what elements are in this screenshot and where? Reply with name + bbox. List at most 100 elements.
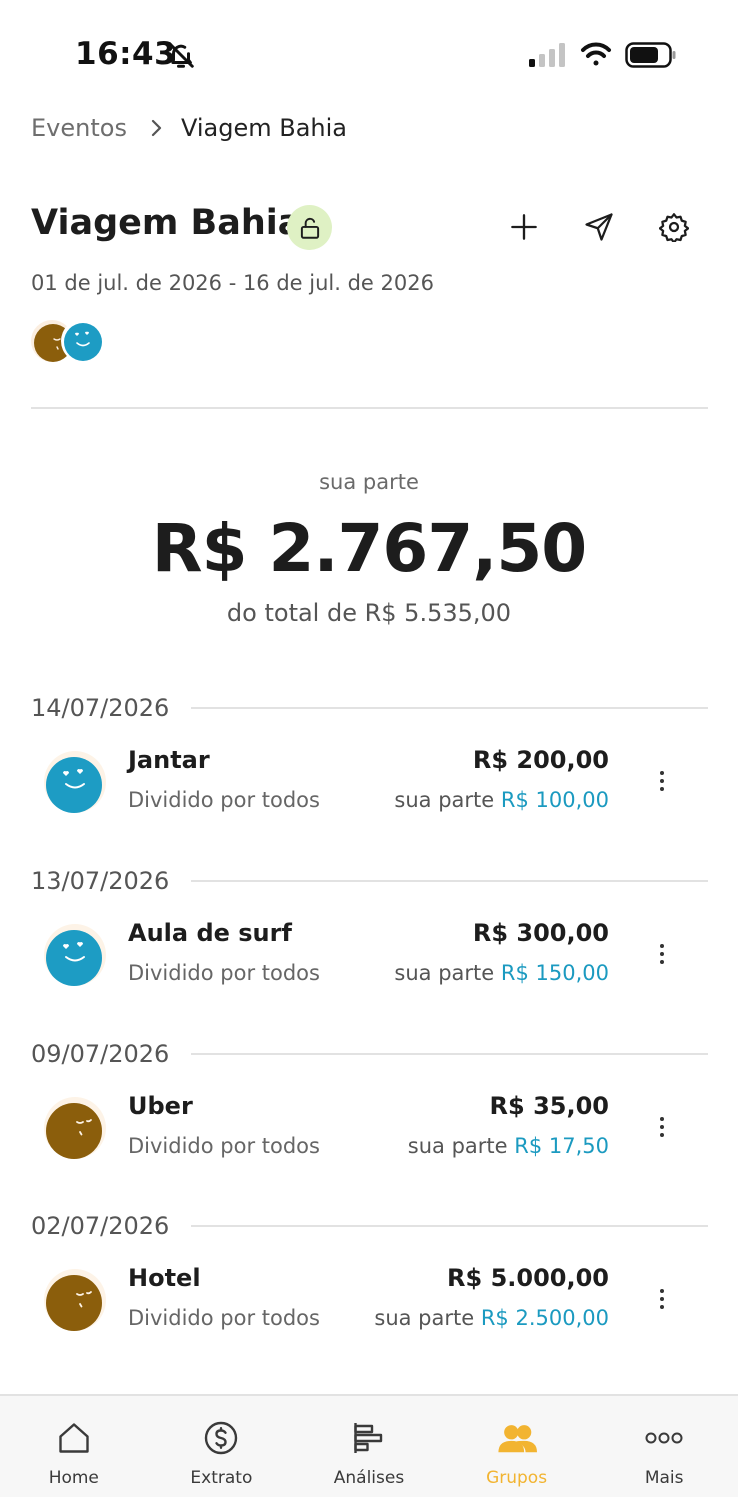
breadcrumb: Eventos Viagem Bahia — [31, 112, 347, 144]
expense-name: Hotel — [128, 1264, 201, 1292]
nav-label: Grupos — [486, 1468, 548, 1488]
lock-open-icon — [300, 217, 319, 239]
nav-item-grupos[interactable]: Grupos — [443, 1396, 591, 1497]
expense-name: Jantar — [128, 746, 210, 774]
share-value: R$ 2.500,00 — [480, 1306, 609, 1330]
status-time: 16:43 — [75, 36, 177, 72]
participants-avatars[interactable] — [30, 319, 110, 365]
brown-face-avatar-icon — [44, 1097, 106, 1159]
date-label: 14/07/2026 — [31, 694, 170, 722]
expense-menu-button[interactable] — [646, 762, 678, 800]
expense-row-jantar[interactable]: Jantar Dividido por todos R$ 200,00 sua … — [31, 746, 708, 836]
nav-item-analises[interactable]: Análises — [295, 1396, 443, 1497]
share-summary: sua parte R$ 2.767,50 do total de R$ 5.5… — [0, 470, 738, 627]
nav-label: Extrato — [190, 1468, 253, 1488]
divider — [191, 1225, 708, 1227]
share-prefix: sua parte — [394, 961, 495, 985]
divider — [31, 407, 708, 409]
bottom-nav: Home Extrato Análises Grupos Mais — [0, 1394, 738, 1497]
gear-icon — [659, 213, 689, 242]
expense-menu-button[interactable] — [646, 1108, 678, 1146]
avatar — [44, 1269, 106, 1331]
total-label: do total de R$ 5.535,00 — [226, 599, 512, 627]
share-value: R$ 17,50 — [514, 1134, 609, 1158]
group-icon — [497, 1418, 537, 1458]
chevron-right-icon — [151, 119, 162, 137]
page-title: Viagem Bahia — [31, 203, 302, 243]
expense-share: sua parte R$ 100,00 — [394, 788, 609, 812]
share-label: sua parte — [319, 470, 419, 494]
expense-row-aula-de-surf[interactable]: Aula de surf Dividido por todos R$ 300,0… — [31, 919, 708, 1009]
expense-share: sua parte R$ 17,50 — [408, 1134, 609, 1158]
expense-row-uber[interactable]: Uber Dividido por todos R$ 35,00 sua par… — [31, 1092, 708, 1182]
expense-amount: R$ 35,00 — [489, 1092, 609, 1120]
breadcrumb-current: Viagem Bahia — [180, 114, 347, 142]
expense-split: Dividido por todos — [128, 961, 320, 985]
expense-menu-button[interactable] — [646, 1280, 678, 1318]
expense-share: sua parte R$ 2.500,00 — [374, 1306, 609, 1330]
nav-label: Mais — [644, 1468, 684, 1488]
more-horizontal-icon — [644, 1418, 684, 1458]
battery-icon — [625, 42, 676, 68]
status-bar: 16:43 — [0, 0, 738, 110]
divider — [191, 1053, 708, 1055]
expense-name: Aula de surf — [128, 919, 292, 947]
share-prefix: sua parte — [374, 1306, 475, 1330]
share-prefix: sua parte — [407, 1134, 508, 1158]
avatar — [44, 1097, 106, 1159]
nav-item-home[interactable]: Home — [0, 1396, 148, 1497]
expense-amount: R$ 200,00 — [472, 746, 609, 774]
nav-label: Home — [48, 1468, 99, 1488]
expense-amount: R$ 5.000,00 — [447, 1264, 609, 1292]
expense-split: Dividido por todos — [128, 1134, 320, 1158]
expense-split: Dividido por todos — [128, 788, 320, 812]
nav-label: Análises — [333, 1468, 405, 1488]
signal-icon — [529, 43, 565, 67]
brown-face-avatar-icon — [44, 1269, 106, 1331]
plus-icon — [511, 214, 537, 240]
bell-off-icon — [168, 42, 194, 68]
expense-amount: R$ 300,00 — [472, 919, 609, 947]
date-label: 09/07/2026 — [31, 1040, 170, 1068]
more-vertical-icon — [660, 771, 664, 791]
more-vertical-icon — [660, 1117, 664, 1137]
date-header: 09/07/2026 — [31, 1039, 708, 1069]
add-expense-button[interactable] — [505, 208, 543, 246]
home-icon — [54, 1418, 94, 1458]
date-header: 14/07/2026 — [31, 693, 708, 723]
nav-item-extrato[interactable]: Extrato — [148, 1396, 296, 1497]
expense-row-hotel[interactable]: Hotel Dividido por todos R$ 5.000,00 sua… — [31, 1264, 708, 1354]
share-prefix: sua parte — [394, 788, 495, 812]
avatar — [44, 924, 106, 986]
more-vertical-icon — [660, 944, 664, 964]
blue-face-avatar-icon — [61, 319, 105, 363]
expense-name: Uber — [128, 1092, 193, 1120]
date-label: 13/07/2026 — [31, 867, 170, 895]
avatar — [61, 319, 105, 363]
breadcrumb-eventos-link[interactable]: Eventos — [31, 114, 127, 142]
nav-item-mais[interactable]: Mais — [590, 1396, 738, 1497]
more-vertical-icon — [660, 1289, 664, 1309]
share-amount: R$ 2.767,50 — [151, 510, 587, 587]
date-header: 02/07/2026 — [31, 1211, 708, 1241]
expense-split: Dividido por todos — [128, 1306, 320, 1330]
wifi-icon — [581, 42, 611, 66]
bar-chart-icon — [349, 1418, 389, 1458]
share-event-button[interactable] — [580, 208, 618, 246]
share-value: R$ 100,00 — [500, 788, 609, 812]
event-settings-button[interactable] — [655, 208, 693, 246]
lock-status-badge[interactable] — [287, 205, 332, 250]
expense-menu-button[interactable] — [646, 935, 678, 973]
date-label: 02/07/2026 — [31, 1212, 170, 1240]
divider — [191, 707, 708, 709]
expense-share: sua parte R$ 150,00 — [394, 961, 609, 985]
avatar — [44, 751, 106, 813]
send-icon — [585, 213, 613, 241]
event-date-range: 01 de jul. de 2026 - 16 de jul. de 2026 — [31, 271, 434, 295]
blue-face-avatar-icon — [44, 751, 106, 813]
divider — [191, 880, 708, 882]
share-value: R$ 150,00 — [500, 961, 609, 985]
dollar-circle-icon — [201, 1418, 241, 1458]
blue-face-avatar-icon — [44, 924, 106, 986]
date-header: 13/07/2026 — [31, 866, 708, 896]
